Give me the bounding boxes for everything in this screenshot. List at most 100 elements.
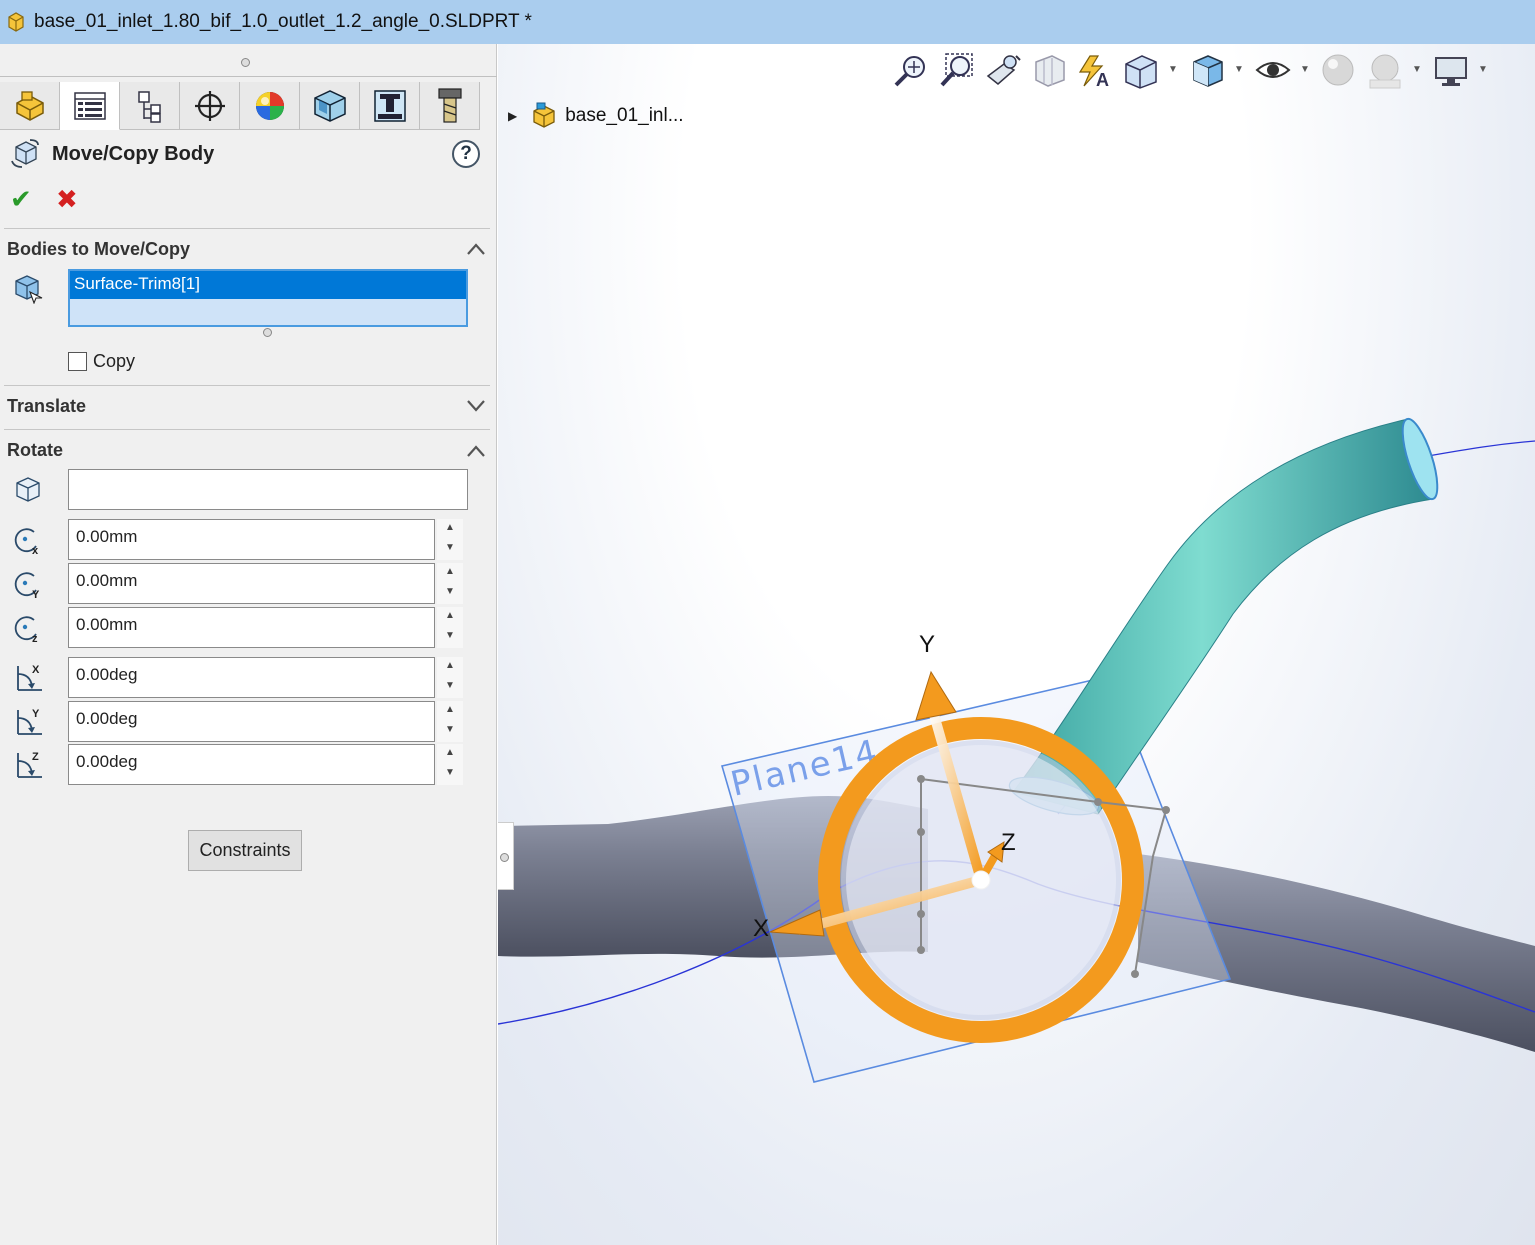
previous-view-icon[interactable] (984, 52, 1022, 90)
feature-tree-root[interactable]: ▶ base_01_inl... (508, 102, 684, 130)
angle-x-field[interactable]: 0.00deg (68, 657, 435, 698)
copy-checkbox-label[interactable]: Copy (93, 351, 135, 372)
rotation-angle-z-icon: Z (17, 751, 42, 778)
help-button[interactable]: ? (452, 140, 480, 168)
chevron-up-icon[interactable] (466, 242, 486, 256)
rotation-reference-field[interactable] (68, 469, 468, 510)
tab-cam-feature[interactable] (300, 82, 360, 130)
triad-y-arrowhead[interactable] (915, 670, 957, 721)
copy-checkbox[interactable] (68, 352, 87, 371)
rotation-center-y-icon: Y (14, 572, 40, 600)
property-manager-panel: Move/Copy Body ? ✔ ✖ Bodies to Move/Copy… (0, 44, 497, 1245)
frame-handle[interactable] (1162, 806, 1170, 814)
angle-x-spinner[interactable]: ▲ ▼ (437, 657, 463, 698)
panel-splitter-handle[interactable] (241, 58, 250, 67)
edit-appearance-icon[interactable] (1320, 52, 1358, 90)
solid-body-icon (15, 275, 43, 304)
triad-origin[interactable] (971, 870, 991, 890)
view-settings-dropdown-icon[interactable]: ▼ (1478, 64, 1488, 75)
ok-button[interactable]: ✔ (10, 186, 32, 212)
svg-text:Z: Z (32, 751, 39, 763)
angle-y-field[interactable]: 0.00deg (68, 701, 435, 742)
list-resize-handle[interactable] (263, 328, 272, 337)
tab-cam-operation[interactable] (360, 82, 420, 130)
panel-collapse-dot[interactable] (500, 853, 509, 862)
apply-scene-dropdown-icon[interactable]: ▼ (1412, 64, 1422, 75)
angle-z-spinner[interactable]: ▲ ▼ (437, 744, 463, 785)
tab-display-manager[interactable] (240, 82, 300, 130)
zoom-to-fit-icon[interactable] (892, 52, 930, 90)
window-title: base_01_inlet_1.80_bif_1.0_outlet_1.2_an… (34, 11, 532, 32)
center-z-field[interactable]: 0.00mm (68, 607, 435, 648)
frame-handle[interactable] (917, 775, 925, 783)
angle-z-field[interactable]: 0.00deg (68, 744, 435, 785)
constraints-button[interactable]: Constraints (188, 830, 302, 871)
bodies-selection-list[interactable]: Surface-Trim8[1] (68, 269, 468, 327)
center-x-spinner[interactable]: ▲ ▼ (437, 519, 463, 560)
rotate-section-title[interactable]: Rotate (7, 440, 63, 461)
frame-handle[interactable] (917, 828, 925, 836)
move-copy-body-icon (11, 139, 39, 168)
triad-label-x: X (753, 915, 769, 942)
frame-handle[interactable] (917, 946, 925, 954)
section-divider (4, 385, 490, 386)
property-manager-header: Move/Copy Body (10, 139, 214, 169)
frame-handle[interactable] (917, 910, 925, 918)
angle-y-spinner[interactable]: ▲ ▼ (437, 701, 463, 742)
cancel-button[interactable]: ✖ (56, 186, 78, 212)
display-style-dropdown-icon[interactable]: ▼ (1234, 64, 1244, 75)
expand-arrow-icon[interactable]: ▶ (508, 109, 517, 123)
chevron-up-icon[interactable] (466, 444, 486, 458)
list-item[interactable]: Surface-Trim8[1] (70, 271, 466, 299)
hide-show-items-icon[interactable] (1254, 52, 1292, 90)
triad-label-z: Z (1001, 829, 1016, 856)
display-manager-icon (255, 91, 284, 120)
frame-handle[interactable] (1131, 970, 1139, 978)
property-manager-title: Move/Copy Body (52, 142, 215, 165)
svg-text:Y: Y (32, 708, 40, 720)
tab-cam-toolpath[interactable] (420, 82, 480, 130)
view-settings-icon[interactable] (1432, 52, 1470, 90)
center-z-spinner[interactable]: ▲ ▼ (437, 607, 463, 648)
view-orientation-dropdown-icon[interactable]: ▼ (1168, 64, 1178, 75)
svg-text:z: z (32, 633, 38, 644)
center-y-spinner[interactable]: ▲ ▼ (437, 563, 463, 604)
tab-property-manager[interactable] (60, 82, 120, 130)
svg-text:A: A (1096, 70, 1109, 90)
panel-collapse-handle[interactable] (498, 822, 514, 890)
tab-feature-manager[interactable] (0, 82, 60, 130)
translate-section-title[interactable]: Translate (7, 396, 86, 417)
configuration-manager-icon (137, 90, 161, 123)
tab-dimxpert-manager[interactable] (180, 82, 240, 130)
dimxpert-manager-icon (194, 90, 225, 121)
tab-configuration-manager[interactable] (120, 82, 180, 130)
window-titlebar: base_01_inlet_1.80_bif_1.0_outlet_1.2_an… (0, 0, 1535, 44)
rotation-angle-x-icon: X (17, 664, 42, 691)
manager-tabs (0, 82, 480, 130)
rotation-angle-y-icon: Y (17, 708, 42, 735)
zoom-to-area-icon[interactable] (938, 52, 976, 90)
cam-feature-icon (313, 89, 346, 122)
part-document-icon (8, 12, 24, 32)
section-divider (4, 429, 490, 430)
dynamic-annotation-views-icon[interactable]: A (1076, 52, 1114, 90)
feature-tree-root-label[interactable]: base_01_inl... (565, 105, 683, 127)
hide-show-dropdown-icon[interactable]: ▼ (1300, 64, 1310, 75)
view-orientation-icon[interactable] (1122, 52, 1160, 90)
center-y-field[interactable]: 0.00mm (68, 563, 435, 604)
chevron-down-icon[interactable] (466, 398, 486, 412)
apply-scene-icon[interactable] (1366, 52, 1404, 90)
center-x-field[interactable]: 0.00mm (68, 519, 435, 560)
triad-label-y: Y (919, 631, 935, 658)
model-scene[interactable]: Plane14 Y X Z (498, 44, 1535, 1245)
display-style-icon[interactable] (1188, 52, 1226, 90)
section-divider (4, 228, 490, 229)
graphics-viewport[interactable]: Plane14 Y X Z ▶ base_01_inl... A ▼ ▼ ▼ ▼… (498, 44, 1535, 1245)
frame-handle[interactable] (1094, 798, 1102, 806)
section-view-icon[interactable] (1030, 52, 1068, 90)
bodies-section-title[interactable]: Bodies to Move/Copy (7, 239, 190, 260)
svg-text:X: X (32, 664, 40, 676)
rotation-center-x-icon: x (14, 528, 39, 556)
property-manager-icon (73, 91, 106, 120)
cam-operation-icon (373, 89, 406, 122)
